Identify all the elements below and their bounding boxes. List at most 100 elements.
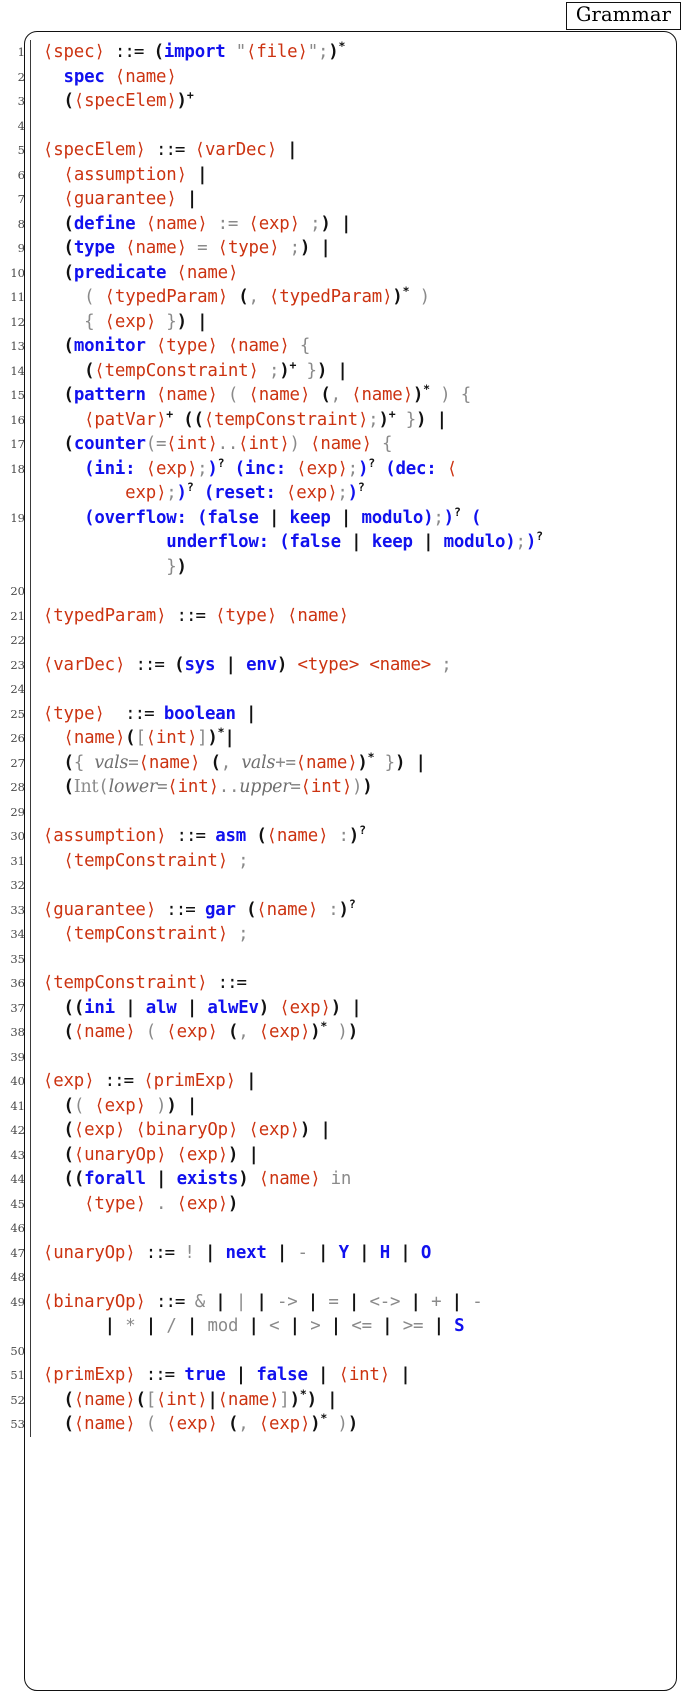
code-line: 33 ⟨guarantee⟩ ::= gar (⟨name⟩ :)? (0, 897, 685, 922)
code-line: 47 ⟨unaryOp⟩ ::= ! | next | - | Y | H | … (0, 1240, 685, 1265)
code-line: 53 (⟨name⟩ ( ⟨exp⟩ (, ⟨exp⟩)* )) (0, 1412, 685, 1437)
code-content (31, 1339, 685, 1364)
code-line: 14 (⟨tempConstraint⟩ ;)+ }) | (0, 357, 685, 383)
code-line: 2 spec ⟨name⟩ (0, 64, 685, 89)
code-line: 28 (Int(lower=⟨int⟩..upper=⟨int⟩)) (0, 775, 685, 800)
line-number: 45 (10, 1196, 25, 1211)
code-content (31, 873, 685, 898)
code-content: (predicate ⟨name⟩ (63, 262, 239, 283)
code-line: 42 (⟨exp⟩ ⟨binaryOp⟩ ⟨exp⟩) | (0, 1118, 685, 1143)
code-content: ⟨patVar⟩+ ((⟨tempConstraint⟩;)+ }) | (84, 406, 447, 430)
code-content: (define ⟨name⟩ := ⟨exp⟩ ;) | (63, 213, 352, 234)
line-number: 50 (10, 1343, 25, 1358)
code-line: 12 { ⟨exp⟩ }) | (0, 309, 685, 334)
code-line: 22 (0, 628, 685, 653)
code-content: (⟨exp⟩ ⟨binaryOp⟩ ⟨exp⟩) | (63, 1120, 331, 1140)
line-number: 30 (10, 829, 25, 843)
code-line: 16 ⟨patVar⟩+ ((⟨tempConstraint⟩;)+ }) | (0, 406, 685, 432)
code-line: 4 (0, 113, 685, 139)
code-line: 1 ⟨spec⟩ ::= (import "⟨file⟩";)* (0, 40, 685, 65)
line-number: 44 (10, 1172, 25, 1186)
code-line: 29 (0, 799, 685, 824)
line-number: 34 (10, 927, 25, 941)
code-content: ⟨type⟩ . ⟨exp⟩) (84, 1193, 239, 1214)
code-line: 11 ( ⟨typedParam⟩ (, ⟨typedParam⟩)* ) (0, 285, 685, 310)
line-number: 36 (10, 976, 25, 990)
caption-label: Grammar (575, 3, 671, 26)
line-number: 32 (10, 878, 25, 892)
line-number: 42 (10, 1123, 25, 1137)
code-line: 35 (0, 946, 685, 971)
line-number: 15 (10, 388, 25, 402)
code-content: (⟨name⟩ ( ⟨exp⟩ (, ⟨exp⟩)* )) (63, 1411, 359, 1434)
code-content: (type ⟨name⟩ = ⟨type⟩ ;) | (63, 238, 331, 258)
code-line: 44 ((forall | exists) ⟨name⟩ in (0, 1167, 685, 1192)
line-number: 53 (10, 1417, 25, 1431)
line-number: 18 (10, 461, 25, 476)
code-content (31, 1265, 685, 1290)
line-number: 12 (10, 314, 25, 329)
line-number: 35 (10, 951, 25, 966)
code-line: 49 ⟨binaryOp⟩ ::= & | | | -> | = | <-> |… (0, 1289, 685, 1339)
line-number: 51 (10, 1368, 25, 1382)
code-line: 27 ({ vals=⟨name⟩ (, vals+=⟨name⟩)* }) | (0, 749, 685, 775)
line-number: 39 (10, 1049, 25, 1064)
line-number: 14 (10, 363, 25, 378)
code-content: ( ⟨typedParam⟩ (, ⟨typedParam⟩)* ) (84, 284, 430, 307)
code-line: 46 (0, 1216, 685, 1241)
code-line: 6 ⟨assumption⟩ | (0, 162, 685, 187)
line-number: 10 (10, 265, 25, 280)
code-line: 10 (predicate ⟨name⟩ (0, 260, 685, 285)
code-line: 5 ⟨specElem⟩ ::= ⟨varDec⟩ | (0, 138, 685, 163)
code-line: 17 (counter(=⟨int⟩..⟨int⟩) ⟨name⟩ { (0, 432, 685, 457)
code-content: ⟨primExp⟩ ::= true | false | ⟨int⟩ | (43, 1365, 411, 1385)
code-line: 13 (monitor ⟨type⟩ ⟨name⟩ { (0, 334, 685, 359)
code-line: 34 ⟨tempConstraint⟩ ; (0, 922, 685, 947)
code-line: 37 ((ini | alw | alwEv) ⟨exp⟩) | (0, 995, 685, 1020)
code-content: ⟨exp⟩ ::= ⟨primExp⟩ | (43, 1071, 257, 1091)
line-number: 38 (10, 1025, 25, 1039)
code-line: 24 (0, 677, 685, 702)
code-content: ({ vals=⟨name⟩ (, vals+=⟨name⟩)* }) | (63, 749, 426, 773)
code-content: ⟨varDec⟩ ::= (sys | env) <type> <name> ; (43, 654, 452, 675)
code-content: (⟨tempConstraint⟩ ;)+ }) | (84, 357, 348, 381)
code-line: 38 (⟨name⟩ ( ⟨exp⟩ (, ⟨exp⟩)* )) (0, 1020, 685, 1045)
code-content: { ⟨exp⟩ }) | (84, 311, 208, 332)
line-number: 3 (17, 94, 25, 108)
code-line: 52 (⟨name⟩([⟨int⟩|⟨name⟩])*) | (0, 1387, 685, 1412)
code-content: (⟨unaryOp⟩ ⟨exp⟩) | (63, 1144, 259, 1165)
caption-grammar: Grammar (565, 2, 681, 30)
line-number: 29 (10, 804, 25, 819)
code-content: (monitor ⟨type⟩ ⟨name⟩ { (63, 336, 311, 356)
code-line: 26 ⟨name⟩([⟨int⟩])*| (0, 726, 685, 751)
line-number: 23 (10, 657, 25, 672)
code-content: ⟨name⟩([⟨int⟩])*| (63, 725, 235, 748)
line-number: 17 (10, 437, 25, 451)
line-number: 16 (10, 412, 25, 427)
line-number: 2 (17, 69, 25, 84)
code-line: 9 (type ⟨name⟩ = ⟨type⟩ ;) | (0, 236, 685, 261)
line-number: 28 (10, 780, 25, 794)
line-number: 41 (10, 1098, 25, 1113)
line-number: 19 (10, 510, 25, 525)
code-content: (ini: ⟨exp⟩;)? (inc: ⟨exp⟩;)? (dec: ⟨ ex… (43, 455, 458, 503)
line-number: 5 (17, 143, 25, 157)
line-number: 27 (10, 755, 25, 770)
code-content: ⟨assumption⟩ | (63, 164, 208, 185)
code-content: ((forall | exists) ⟨name⟩ in (63, 1169, 352, 1189)
code-content (31, 114, 685, 139)
code-line: 18 (ini: ⟨exp⟩;)? (inc: ⟨exp⟩;)? (dec: ⟨… (0, 455, 685, 506)
code-content: ⟨guarantee⟩ | (63, 189, 198, 209)
code-content: (counter(=⟨int⟩..⟨int⟩) ⟨name⟩ { (63, 434, 393, 454)
code-line: 40 ⟨exp⟩ ::= ⟨primExp⟩ | (0, 1069, 685, 1094)
code-content (31, 628, 685, 653)
code-line: 20 (0, 579, 685, 604)
code-content: ⟨tempConstraint⟩ ; (63, 850, 249, 871)
code-content: (( ⟨exp⟩ )) | (63, 1095, 198, 1116)
line-number: 4 (17, 118, 25, 133)
code-line: 39 (0, 1044, 685, 1069)
code-content: (overflow: (false | keep | modulo);)? ( … (43, 504, 543, 577)
line-number: 21 (10, 608, 25, 623)
code-content (31, 1216, 685, 1241)
line-number: 20 (10, 584, 25, 598)
